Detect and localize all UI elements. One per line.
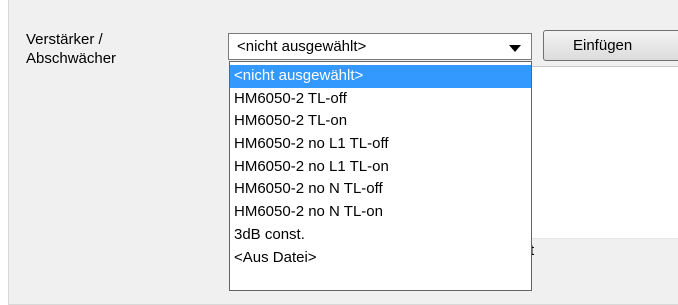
dropdown-item[interactable]: HM6050-2 no N TL-off: [230, 178, 531, 201]
insert-button[interactable]: Einfügen: [543, 30, 678, 61]
amplifier-attenuator-label: Verstärker / Abschwächer: [26, 31, 117, 67]
combobox-value: <nicht ausgewählt>: [237, 38, 367, 55]
dropdown-item[interactable]: 3dB const.: [230, 224, 531, 247]
dropdown-item[interactable]: <Aus Datei>: [230, 247, 531, 270]
amplifier-combobox[interactable]: <nicht ausgewählt>: [228, 33, 532, 60]
dropdown-item[interactable]: HM6050-2 no L1 TL-off: [230, 133, 531, 156]
dropdown-item[interactable]: HM6050-2 TL-off: [230, 88, 531, 111]
dropdown-item[interactable]: HM6050-2 no N TL-on: [230, 201, 531, 224]
dropdown-item[interactable]: HM6050-2 TL-on: [230, 110, 531, 133]
dropdown-item[interactable]: HM6050-2 no L1 TL-on: [230, 156, 531, 179]
dropdown-list[interactable]: <nicht ausgewählt> HM6050-2 TL-off HM605…: [229, 61, 532, 291]
chevron-down-icon[interactable]: [509, 45, 521, 52]
dropdown-item[interactable]: <nicht ausgewählt>: [230, 65, 531, 88]
